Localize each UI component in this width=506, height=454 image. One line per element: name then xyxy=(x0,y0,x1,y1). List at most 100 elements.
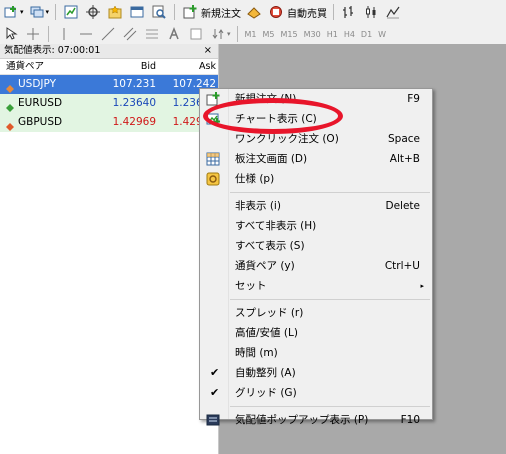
metaeditor-icon xyxy=(247,5,261,19)
crosshair-icon xyxy=(26,27,40,41)
timeframe-m5[interactable]: M5 xyxy=(260,30,278,39)
terminal-button[interactable] xyxy=(126,2,148,22)
menu-item-label: 高値/安値 (L) xyxy=(235,327,298,339)
menu-item-label: セット xyxy=(235,280,267,292)
symbol-row[interactable]: EURUSD 1.23640 1.23649 xyxy=(0,94,218,113)
new-chart-icon xyxy=(4,5,18,19)
column-header-ask[interactable]: Ask xyxy=(160,59,218,74)
menu-item-label: 板注文画面 (D) xyxy=(235,153,308,165)
bid-value: 1.42969 xyxy=(112,116,156,128)
menu-item-label: グリッド (G) xyxy=(235,387,297,399)
menu-item-time[interactable]: 時間 (m) xyxy=(200,343,432,363)
symbol-status-icon xyxy=(6,100,14,112)
highlight-circle xyxy=(203,98,343,134)
toolbar-separator xyxy=(48,26,49,42)
menu-item-shortcut: Ctrl+U xyxy=(384,260,420,272)
symbol-row[interactable]: USDJPY 107.231 107.242 xyxy=(0,75,218,94)
candlestick-button[interactable] xyxy=(360,2,382,22)
new-chart-button[interactable]: ▾ xyxy=(0,2,26,22)
menu-item-popup-prices[interactable]: 気配値ポップアップ表示 (P) F10 xyxy=(200,410,432,430)
submenu-arrow-icon: ▸ xyxy=(420,282,424,290)
crosshair-tool-button[interactable] xyxy=(22,24,44,44)
menu-item-shortcut: F10 xyxy=(400,414,420,426)
market-watch-header: 通貨ペア Bid Ask xyxy=(0,59,218,75)
menu-item-specification[interactable]: 仕様 (p) xyxy=(200,169,432,189)
bid-value: 107.231 xyxy=(112,78,156,90)
new-order-button[interactable]: 新規注文 xyxy=(179,2,243,22)
profiles-button[interactable]: ▾ xyxy=(26,2,52,22)
menu-item-grid[interactable]: ✔ グリッド (G) xyxy=(200,383,432,403)
fibonacci-button[interactable] xyxy=(141,24,163,44)
menu-item-label: すべて表示 (S) xyxy=(235,240,305,252)
menu-separator xyxy=(200,296,432,303)
symbol-row[interactable]: GBPUSD 1.42969 1.42983 xyxy=(0,113,218,132)
column-header-pair[interactable]: 通貨ペア xyxy=(0,59,86,74)
market-watch-title: 気配値表示: 07:00:01 xyxy=(4,45,101,56)
arrows-icon xyxy=(211,27,225,41)
toolbar-separator xyxy=(55,4,57,20)
timeframe-h4[interactable]: H4 xyxy=(341,30,358,39)
auto-trading-button[interactable]: 自動売買 xyxy=(265,2,329,22)
symbol-cell: EURUSD xyxy=(0,94,86,113)
market-watch-close-button[interactable]: × xyxy=(204,44,212,58)
horizontal-line-icon xyxy=(79,27,93,41)
strategy-tester-button[interactable] xyxy=(148,2,170,22)
market-watch-panel: 気配値表示: 07:00:01 × 通貨ペア Bid Ask USDJPY 10… xyxy=(0,44,219,454)
navigator-button[interactable] xyxy=(104,2,126,22)
menu-item-spread[interactable]: スプレッド (r) xyxy=(200,303,432,323)
bar-chart-button[interactable] xyxy=(338,2,360,22)
timeframe-w1[interactable]: W xyxy=(375,30,389,39)
menu-item-shortcut: Delete xyxy=(385,200,421,212)
auto-trading-icon xyxy=(269,5,283,19)
bid-value: 1.23640 xyxy=(112,97,156,109)
channel-button[interactable] xyxy=(119,24,141,44)
trendline-button[interactable] xyxy=(97,24,119,44)
menu-item-show-all[interactable]: すべて表示 (S) xyxy=(200,236,432,256)
menu-item-high-low[interactable]: 高値/安値 (L) xyxy=(200,323,432,343)
column-header-bid[interactable]: Bid xyxy=(86,59,160,74)
market-watch-title-bar: 気配値表示: 07:00:01 × xyxy=(0,44,218,59)
auto-trading-label: 自動売買 xyxy=(287,8,328,20)
market-watch-icon xyxy=(64,5,78,19)
metaeditor-button[interactable] xyxy=(243,2,265,22)
fibonacci-icon xyxy=(145,27,159,41)
data-window-button[interactable] xyxy=(82,2,104,22)
menu-item-label: 気配値ポップアップ表示 (P) xyxy=(235,414,369,426)
menu-item-auto-arrange[interactable]: ✔ 自動整列 (A) xyxy=(200,363,432,383)
symbol-cell: GBPUSD xyxy=(0,113,86,132)
label-tool-button[interactable] xyxy=(185,24,207,44)
toolbar-separator xyxy=(174,4,176,20)
timeframe-d1[interactable]: D1 xyxy=(358,30,375,39)
menu-item-symbols[interactable]: 通貨ペア (y) Ctrl+U xyxy=(200,256,432,276)
menu-item-hide-all[interactable]: すべて非表示 (H) xyxy=(200,216,432,236)
timeframe-m30[interactable]: M30 xyxy=(301,30,324,39)
menu-item-one-click-trading[interactable]: ワンクリック注文 (O) Space xyxy=(200,129,432,149)
menu-item-label: スプレッド (r) xyxy=(235,307,304,319)
menu-item-depth-of-market[interactable]: 板注文画面 (D) Alt+B xyxy=(200,149,432,169)
timeframe-h1[interactable]: H1 xyxy=(324,30,341,39)
timeframe-m15[interactable]: M15 xyxy=(278,30,301,39)
line-chart-icon xyxy=(386,5,400,19)
line-chart-button[interactable] xyxy=(382,2,404,22)
menu-item-hide[interactable]: 非表示 (i) Delete xyxy=(200,196,432,216)
new-order-icon xyxy=(183,5,197,19)
market-watch-toggle-button[interactable] xyxy=(60,2,82,22)
menu-item-label: すべて非表示 (H) xyxy=(235,220,317,232)
drawing-timeframe-toolbar: ▾ M1 M5 M15 M30 H1 H4 D1 W xyxy=(0,24,506,45)
vertical-line-button[interactable] xyxy=(53,24,75,44)
menu-item-sets[interactable]: セット ▸ xyxy=(200,276,432,296)
cursor-icon xyxy=(4,27,18,41)
menu-item-label: 仕様 (p) xyxy=(235,173,275,185)
text-tool-button[interactable] xyxy=(163,24,185,44)
text-tool-icon xyxy=(167,26,181,41)
arrows-tool-button[interactable]: ▾ xyxy=(207,24,233,44)
horizontal-line-button[interactable] xyxy=(75,24,97,44)
menu-item-label: 非表示 (i) xyxy=(235,200,281,212)
timeframe-m1[interactable]: M1 xyxy=(242,30,260,39)
cursor-tool-button[interactable] xyxy=(0,24,22,44)
toolbar-separator xyxy=(236,26,238,42)
popup-prices-icon xyxy=(206,413,220,427)
specification-icon xyxy=(206,172,220,186)
menu-item-label: 自動整列 (A) xyxy=(235,367,296,379)
new-order-label: 新規注文 xyxy=(201,8,242,20)
